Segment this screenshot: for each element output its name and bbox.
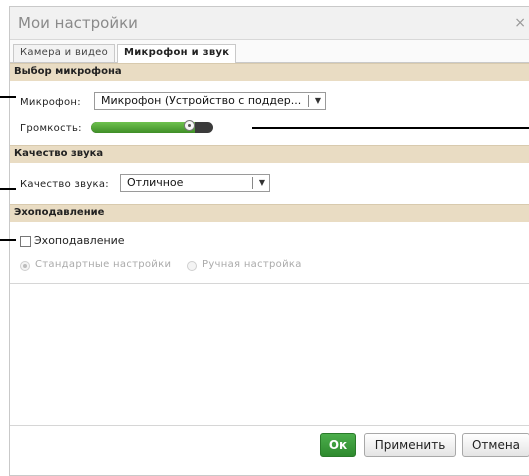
- tab-microphone-sound[interactable]: Микрофон и звук: [117, 44, 237, 63]
- tab-bar: Камера и видео Микрофон и звук: [10, 40, 529, 63]
- volume-slider-fill: [91, 122, 195, 133]
- echo-checkbox-label[interactable]: Эхоподавление: [34, 234, 125, 247]
- close-icon[interactable]: ×: [514, 15, 526, 31]
- quality-label: Качество звука:: [20, 179, 109, 190]
- volume-slider-handle[interactable]: [184, 120, 195, 131]
- callout-line-microphone: [0, 96, 16, 98]
- microphone-label: Микрофон:: [20, 97, 81, 108]
- callout-line-volume: [252, 127, 529, 129]
- echo-checkbox[interactable]: [20, 236, 31, 247]
- section-quality-header: Качество звука: [10, 145, 529, 163]
- callout-line-quality: [0, 188, 16, 190]
- volume-label: Громкость:: [20, 123, 82, 134]
- radio-manual-settings-label[interactable]: Ручная настройка: [202, 259, 302, 270]
- radio-manual-settings[interactable]: [187, 261, 197, 271]
- select-separator: [308, 95, 309, 107]
- quality-select[interactable]: Отличное ▼: [120, 174, 270, 192]
- chevron-down-icon[interactable]: ▼: [259, 175, 265, 191]
- radio-standard-settings[interactable]: [20, 261, 30, 271]
- quality-select-value: Отличное: [127, 176, 184, 189]
- dialog-title: Мои настройки: [18, 14, 138, 32]
- footer-divider: [10, 425, 529, 426]
- ok-button[interactable]: Ок: [320, 433, 356, 457]
- callout-line-echo: [0, 239, 16, 241]
- radio-standard-settings-label[interactable]: Стандартные настройки: [35, 259, 171, 270]
- title-bar[interactable]: Мои настройки ×: [10, 7, 529, 40]
- apply-button[interactable]: Применить: [364, 433, 456, 457]
- cancel-button[interactable]: Отмена: [462, 433, 529, 457]
- tab-camera-video[interactable]: Камера и видео: [13, 44, 116, 62]
- chevron-down-icon[interactable]: ▼: [315, 93, 321, 109]
- microphone-select[interactable]: Микрофон (Устройство с поддер... ▼: [94, 92, 326, 110]
- microphone-select-value: Микрофон (Устройство с поддер...: [101, 94, 302, 107]
- section-microphone-header: Выбор микрофона: [10, 63, 529, 81]
- settings-dialog: Мои настройки × Камера и видео Микрофон …: [9, 6, 529, 476]
- section-echo-header: Эхоподавление: [10, 204, 529, 222]
- select-separator: [252, 177, 253, 189]
- content-divider: [10, 283, 529, 284]
